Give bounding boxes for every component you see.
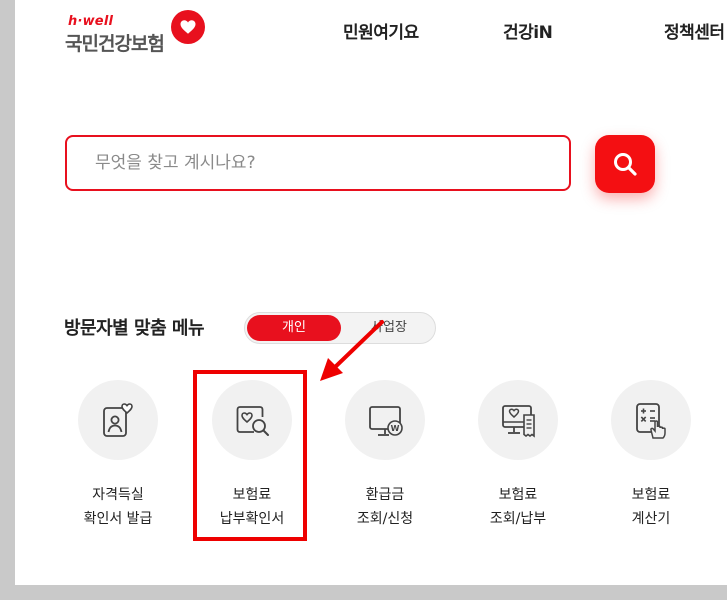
main-nav: 민원여기요 건강iN 정책센터: [15, 18, 727, 43]
menu-tile-refund[interactable]: W 환급금 조회/신청: [322, 380, 452, 540]
tile-icon-bg: [611, 380, 691, 460]
search-box: [65, 135, 571, 191]
page: h·well 국민건강보험 민원여기요 건강iN 정책센터 방문자별 맞춤 메뉴…: [15, 0, 727, 585]
highlight-box: [193, 370, 307, 541]
tile-label: 환급금 조회/신청: [356, 487, 414, 527]
tile-icon-bg: [478, 380, 558, 460]
calculator-hand-icon: [636, 403, 666, 439]
search-icon: [614, 153, 637, 176]
tile-icon-bg: W: [345, 380, 425, 460]
annotation-arrow-icon: [320, 320, 384, 381]
search-button[interactable]: [595, 135, 655, 193]
menu-tile-premium-inquiry[interactable]: 보험료 조회/납부: [455, 380, 585, 540]
nav-item-policy-center[interactable]: 정책센터: [664, 18, 725, 43]
menu-tile-qualification[interactable]: 자격득실 확인서 발급: [55, 380, 185, 540]
tile-icon-bg: [78, 380, 158, 460]
nav-item-health-in[interactable]: 건강iN: [503, 18, 553, 43]
menu-tile-calculator[interactable]: 보험료 계산기: [588, 380, 718, 540]
section-title: 방문자별 맞춤 메뉴: [64, 318, 205, 339]
svg-text:W: W: [391, 424, 400, 433]
tile-label: 보험료 계산기: [631, 487, 671, 527]
id-card-heart-icon: [103, 403, 133, 437]
nav-item-minwon[interactable]: 민원여기요: [343, 18, 419, 43]
tile-label: 자격득실 확인서 발급: [83, 487, 153, 527]
search-input[interactable]: [67, 137, 569, 189]
monitor-receipt-icon: [502, 405, 535, 438]
tile-label: 보험료 조회/납부: [489, 487, 547, 527]
monitor-won-icon: W: [369, 406, 403, 436]
